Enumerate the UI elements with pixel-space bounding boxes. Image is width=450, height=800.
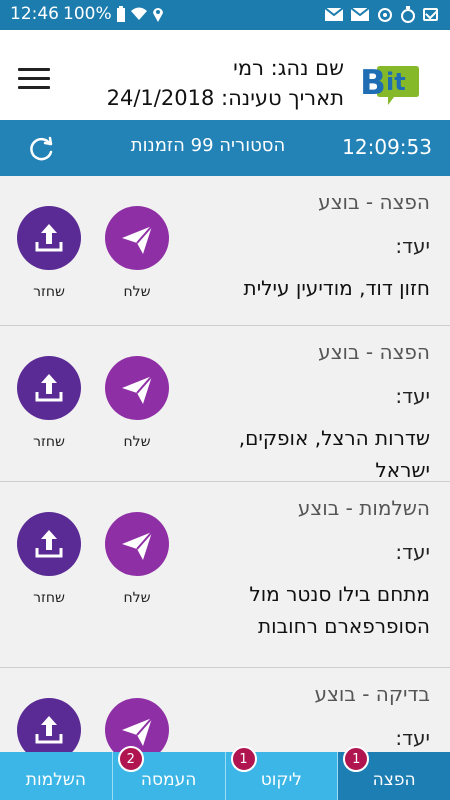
- destination-label: יעד:: [395, 540, 430, 564]
- logo-icon: B it: [360, 63, 419, 105]
- location-icon: [152, 8, 163, 22]
- tab-distribution[interactable]: 1 הפצה: [337, 746, 450, 800]
- restore-label: שחזר: [33, 434, 65, 450]
- order-title: הפצה - בוצע: [318, 190, 430, 214]
- load-date: תאריך טעינה: 24/1/2018: [106, 86, 344, 110]
- status-left: 12:46 100%: [10, 4, 164, 24]
- tab-label: הפצה: [372, 770, 416, 790]
- tab-label: העמסה: [140, 770, 197, 790]
- restore-button[interactable]: [17, 512, 81, 576]
- order-title: השלמות - בוצע: [297, 496, 430, 520]
- restore-button[interactable]: [17, 356, 81, 420]
- tab-completions[interactable]: השלמות: [0, 752, 112, 800]
- paper-plane-icon: [122, 717, 153, 746]
- send-label: שלח: [123, 284, 151, 300]
- destination-text: חזון דוד, מודיעין עילית: [243, 276, 430, 300]
- destination-label: יעד:: [395, 726, 430, 750]
- order-card[interactable]: השלמות - בוצע יעד: מתחם בילו סנטר מול הס…: [0, 482, 450, 668]
- send-button[interactable]: [105, 698, 169, 753]
- status-right: [325, 6, 438, 23]
- checkbox-icon: [423, 8, 438, 21]
- upload-icon: [35, 716, 63, 744]
- tab-badge: 1: [230, 746, 257, 772]
- send-button[interactable]: [105, 356, 169, 420]
- send-label: שלח: [123, 590, 151, 606]
- app-header: שם נהג: רמי תאריך טעינה: 24/1/2018 B it: [0, 30, 450, 120]
- driver-name: שם נהג: רמי: [233, 56, 344, 80]
- destination-text: שדרות הרצל, אופקים, ישראל: [238, 426, 430, 482]
- order-card[interactable]: הפצה - בוצע יעד: חזון דוד, מודיעין עילית…: [0, 176, 450, 326]
- tab-badge: 1: [343, 746, 370, 772]
- send-button[interactable]: [105, 512, 169, 576]
- restore-button[interactable]: [17, 206, 81, 270]
- status-bar: 12:46 100%: [0, 0, 450, 30]
- bottom-tab-bar: השלמות 2 העמסה 1 ליקוט 1 הפצה: [0, 746, 450, 800]
- paper-plane-icon: [122, 375, 153, 404]
- svg-text:it: it: [386, 68, 406, 96]
- tab-label: ליקוט: [260, 770, 302, 790]
- alarm-icon: [401, 6, 415, 23]
- send-label: שלח: [123, 434, 151, 450]
- clock: 12:09:53: [342, 135, 432, 159]
- app-logo: B it: [358, 58, 420, 110]
- tab-picking[interactable]: 1 ליקוט: [224, 746, 338, 800]
- orders-list[interactable]: הפצה - בוצע יעד: חזון דוד, מודיעין עילית…: [0, 176, 450, 753]
- status-time: 12:46: [10, 4, 59, 24]
- upload-icon: [35, 530, 63, 558]
- destination-label: יעד:: [395, 234, 430, 258]
- order-card[interactable]: הפצה - בוצע יעד: שדרות הרצל, אופקים, ישר…: [0, 326, 450, 482]
- history-label[interactable]: הסטוריה 99 הזמנות: [118, 135, 298, 156]
- mail-icon: [325, 8, 343, 21]
- order-title: הפצה - בוצע: [318, 340, 430, 364]
- menu-button[interactable]: [18, 68, 50, 90]
- info-bar: הסטוריה 99 הזמנות 12:09:53: [0, 120, 450, 176]
- restore-button[interactable]: [17, 698, 81, 753]
- battery-icon: [116, 5, 125, 22]
- order-card[interactable]: בדיקה - בוצע יעד:: [0, 668, 450, 753]
- order-title: בדיקה - בוצע: [314, 682, 430, 706]
- menu-icon: [18, 68, 50, 71]
- destination-label: יעד:: [395, 384, 430, 408]
- restore-label: שחזר: [33, 590, 65, 606]
- status-battery: 100%: [63, 4, 112, 24]
- upload-icon: [35, 224, 63, 252]
- send-button[interactable]: [105, 206, 169, 270]
- upload-icon: [35, 374, 63, 402]
- paper-plane-icon: [122, 225, 153, 254]
- sync-icon: [378, 7, 392, 22]
- tab-badge: 2: [117, 746, 144, 772]
- tab-label: השלמות: [25, 770, 86, 790]
- svg-text:B: B: [360, 63, 386, 103]
- destination-text: מתחם בילו סנטר מול הסופרפארם רחובות: [249, 582, 430, 638]
- mail-icon: [351, 8, 369, 21]
- restore-label: שחזר: [33, 284, 65, 300]
- tab-loading[interactable]: 2 העמסה: [111, 746, 225, 800]
- paper-plane-icon: [122, 531, 153, 560]
- wifi-icon: [130, 7, 147, 20]
- refresh-icon[interactable]: [28, 135, 56, 163]
